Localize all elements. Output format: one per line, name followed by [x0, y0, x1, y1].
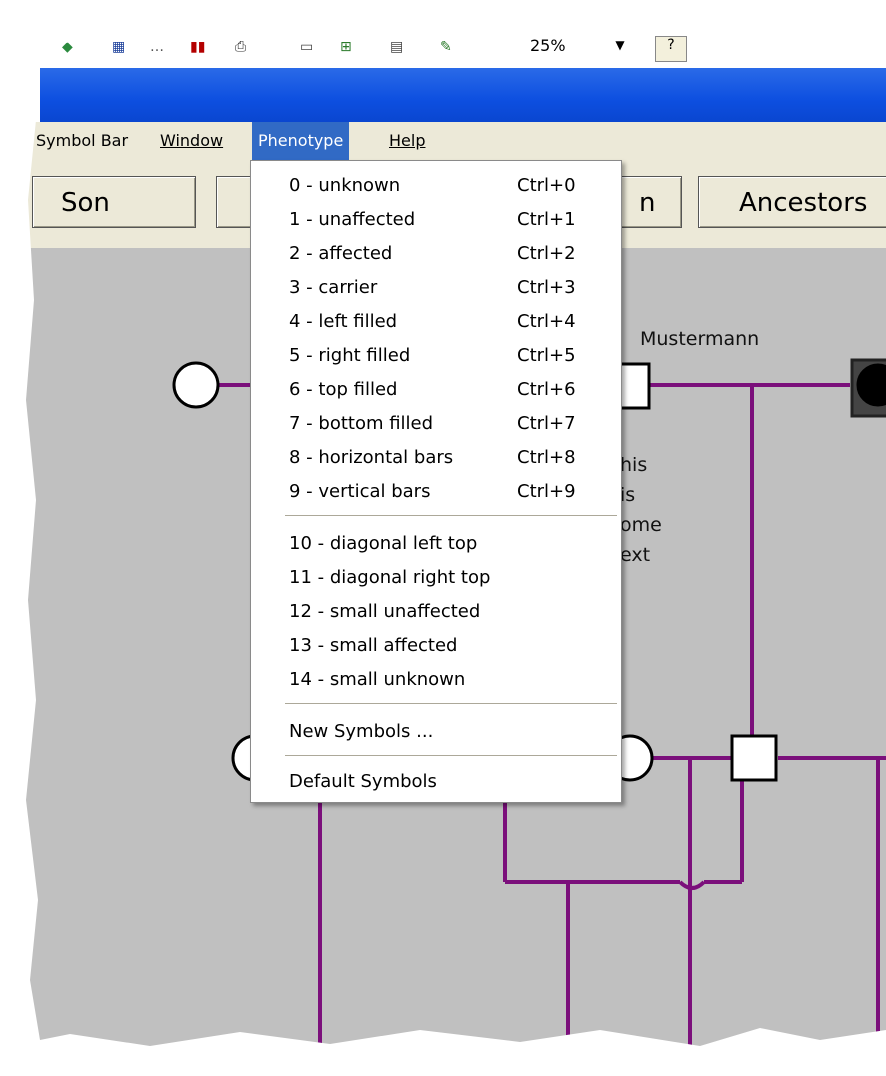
app-window: ◆ ▦ … ▮▮ ⎙ ▭ ⊞ ▤ ✎ 25% ▼ ? Symbol Bar Wi…	[0, 0, 886, 1076]
torn-edge-overlay	[0, 0, 886, 1076]
